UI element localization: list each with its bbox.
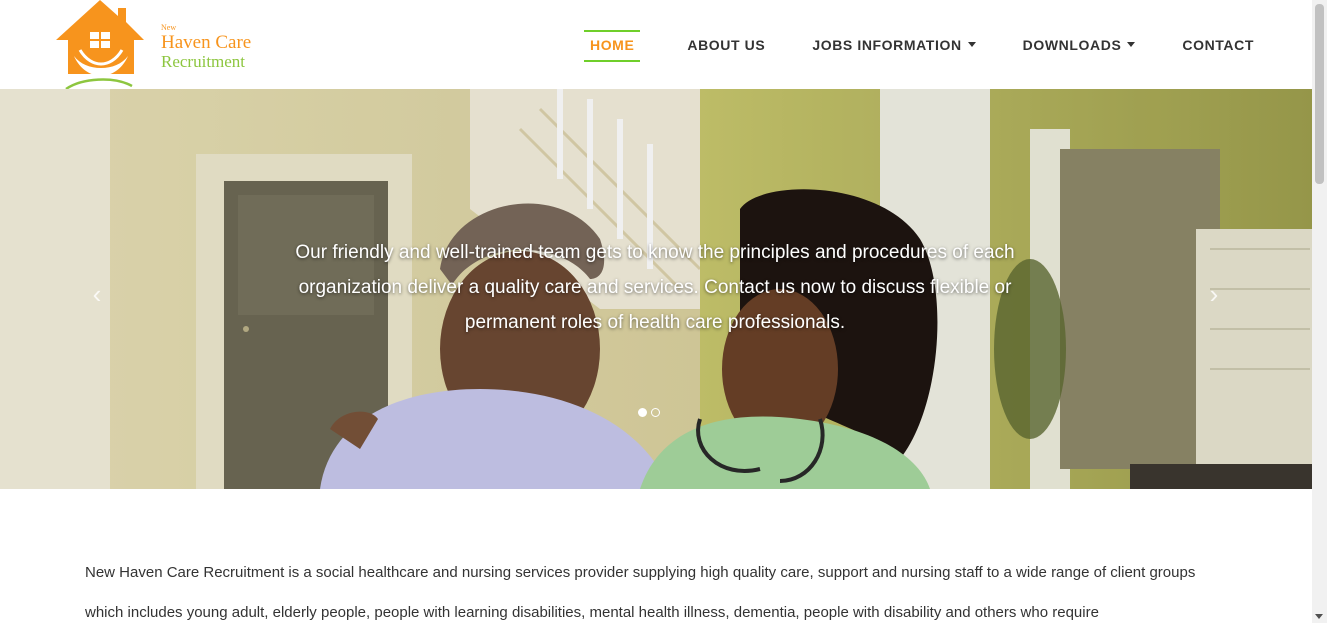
logo-small-word: New <box>161 23 177 32</box>
house-hands-logo-icon <box>56 0 144 89</box>
caret-down-icon <box>1127 42 1136 47</box>
chevron-left-icon[interactable]: ‹ <box>82 279 112 309</box>
logo-wordmark: New Haven Care Recruitment <box>161 23 252 71</box>
chevron-right-icon[interactable]: › <box>1199 279 1229 309</box>
scroll-down-arrow-icon[interactable] <box>1315 614 1323 619</box>
main-nav: HOME ABOUT US JOBS INFORMATION DOWNLOADS… <box>537 0 1254 89</box>
nav-about-us-label: ABOUT US <box>687 36 766 53</box>
hero-slider[interactable]: Our friendly and well-trained team gets … <box>0 89 1312 489</box>
nav-contact[interactable]: CONTACT <box>1182 31 1254 59</box>
logo-subtitle: Recruitment <box>161 52 246 71</box>
site-logo[interactable]: New Haven Care Recruitment <box>52 0 272 89</box>
nav-about-us[interactable]: ABOUT US <box>687 31 765 59</box>
nav-contact-label: CONTACT <box>1182 36 1254 53</box>
slider-dot-1[interactable] <box>638 408 647 417</box>
nav-downloads-label: DOWNLOADS <box>1022 36 1122 53</box>
slide-caption: Our friendly and well-trained team gets … <box>295 242 1015 333</box>
caret-down-icon <box>967 42 976 47</box>
page-scrollbar[interactable] <box>1312 0 1327 623</box>
nav-home-label: HOME <box>589 36 635 53</box>
nav-downloads[interactable]: DOWNLOADS <box>1023 31 1136 59</box>
logo-name: Haven Care <box>161 32 252 53</box>
scrollbar-thumb[interactable] <box>1315 4 1324 184</box>
nav-home[interactable]: HOME <box>583 29 641 62</box>
nav-jobs-information-label: JOBS INFORMATION <box>812 36 962 53</box>
intro-paragraph: New Haven Care Recruitment is a social h… <box>85 564 1196 621</box>
slider-dot-2[interactable] <box>651 408 660 417</box>
page: New Haven Care Recruitment HOME ABOUT US… <box>0 0 1312 623</box>
nav-jobs-information[interactable]: JOBS INFORMATION <box>812 31 976 59</box>
slider-pagination <box>638 408 660 417</box>
site-header: New Haven Care Recruitment HOME ABOUT US… <box>0 0 1312 89</box>
